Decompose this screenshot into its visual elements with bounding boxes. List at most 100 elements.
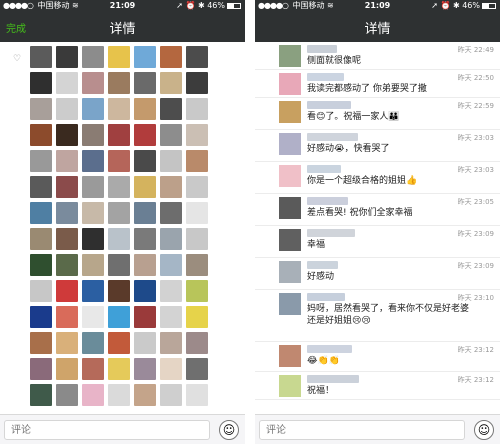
- liker-avatar[interactable]: [134, 150, 156, 172]
- comment-item[interactable]: 昨天 23:09 好感动: [255, 258, 500, 290]
- liker-avatar[interactable]: [186, 254, 208, 276]
- liker-avatar[interactable]: [56, 150, 78, 172]
- liker-avatar[interactable]: [56, 98, 78, 120]
- liker-avatar[interactable]: [186, 46, 208, 68]
- liker-avatar[interactable]: [134, 72, 156, 94]
- liker-avatar[interactable]: [30, 358, 52, 380]
- commenter-avatar[interactable]: [279, 101, 301, 123]
- comment-item[interactable]: 昨天 23:12 😂👏👏: [255, 342, 500, 372]
- commenter-avatar[interactable]: [279, 45, 301, 67]
- liker-avatar[interactable]: [82, 358, 104, 380]
- liker-avatar[interactable]: [82, 124, 104, 146]
- commenter-name-blurred[interactable]: [307, 261, 338, 269]
- liker-avatar[interactable]: [134, 384, 156, 406]
- liker-avatar[interactable]: [134, 176, 156, 198]
- comment-item[interactable]: 昨天 23:03 好感动😭，快看哭了: [255, 130, 500, 162]
- liker-avatar[interactable]: [56, 46, 78, 68]
- commenter-avatar[interactable]: [279, 375, 301, 397]
- liker-avatar[interactable]: [160, 150, 182, 172]
- comment-list[interactable]: 昨天 22:49 侧面就很像呢 昨天 22:50 我读完都感动了 你弟要哭了撒 昨天 2…: [255, 42, 500, 414]
- liker-avatar[interactable]: [56, 228, 78, 250]
- liker-avatar[interactable]: [108, 46, 130, 68]
- commenter-name-blurred[interactable]: [307, 101, 351, 109]
- liker-avatar[interactable]: [82, 46, 104, 68]
- liker-avatar[interactable]: [56, 72, 78, 94]
- liker-avatar[interactable]: [56, 332, 78, 354]
- liker-avatar[interactable]: [108, 228, 130, 250]
- comment-item[interactable]: 昨天 23:10 妈呀，居然看哭了，看来你不仅是好老婆 还是好姐姐😢😢: [255, 290, 500, 342]
- liker-avatar[interactable]: [186, 150, 208, 172]
- comment-input[interactable]: [4, 420, 210, 440]
- liker-avatar[interactable]: [30, 98, 52, 120]
- commenter-avatar[interactable]: [279, 293, 301, 315]
- liker-avatar[interactable]: [30, 332, 52, 354]
- liker-avatar[interactable]: [160, 358, 182, 380]
- liker-avatar[interactable]: [82, 98, 104, 120]
- liker-avatar[interactable]: [30, 228, 52, 250]
- liker-avatar[interactable]: [134, 46, 156, 68]
- liker-avatar[interactable]: [30, 176, 52, 198]
- commenter-name-blurred[interactable]: [307, 293, 345, 301]
- comment-item[interactable]: 昨天 23:12 祝福！: [255, 372, 500, 400]
- liker-avatar[interactable]: [30, 46, 52, 68]
- liker-avatar[interactable]: [30, 202, 52, 224]
- liker-avatar[interactable]: [82, 332, 104, 354]
- commenter-avatar[interactable]: [279, 345, 301, 367]
- liker-avatar[interactable]: [108, 124, 130, 146]
- liker-avatar[interactable]: [30, 254, 52, 276]
- liker-avatar[interactable]: [134, 332, 156, 354]
- comment-item[interactable]: 昨天 22:50 我读完都感动了 你弟要哭了撒: [255, 70, 500, 98]
- liker-avatar[interactable]: [160, 46, 182, 68]
- liker-avatar[interactable]: [186, 384, 208, 406]
- liker-avatar[interactable]: [82, 176, 104, 198]
- commenter-avatar[interactable]: [279, 261, 301, 283]
- liker-avatar[interactable]: [134, 98, 156, 120]
- liker-avatar[interactable]: [186, 280, 208, 302]
- liker-avatar[interactable]: [56, 280, 78, 302]
- liker-avatar[interactable]: [186, 228, 208, 250]
- liker-avatar[interactable]: [160, 306, 182, 328]
- liker-avatar[interactable]: [108, 202, 130, 224]
- commenter-name-blurred[interactable]: [307, 45, 337, 53]
- commenter-name-blurred[interactable]: [307, 165, 341, 173]
- liker-avatar[interactable]: [56, 124, 78, 146]
- liker-avatar[interactable]: [30, 280, 52, 302]
- comment-item[interactable]: 昨天 23:05 差点看哭! 祝你们全家幸福: [255, 194, 500, 226]
- liker-avatar[interactable]: [160, 176, 182, 198]
- liker-avatar[interactable]: [82, 384, 104, 406]
- emoji-button[interactable]: ☺: [219, 420, 239, 440]
- liker-avatar[interactable]: [108, 280, 130, 302]
- liker-avatar[interactable]: [82, 72, 104, 94]
- liker-avatar[interactable]: [30, 306, 52, 328]
- liker-avatar[interactable]: [82, 150, 104, 172]
- liker-avatar[interactable]: [186, 72, 208, 94]
- liker-avatar[interactable]: [160, 202, 182, 224]
- liker-avatar[interactable]: [160, 98, 182, 120]
- liker-avatar[interactable]: [108, 306, 130, 328]
- liker-avatar[interactable]: [160, 72, 182, 94]
- liker-avatar[interactable]: [82, 202, 104, 224]
- commenter-avatar[interactable]: [279, 197, 301, 219]
- commenter-name-blurred[interactable]: [307, 375, 359, 383]
- liker-avatar[interactable]: [56, 202, 78, 224]
- liker-avatar[interactable]: [186, 358, 208, 380]
- liker-avatar[interactable]: [108, 150, 130, 172]
- commenter-avatar[interactable]: [279, 165, 301, 187]
- liker-avatar[interactable]: [160, 332, 182, 354]
- liker-avatar[interactable]: [56, 176, 78, 198]
- liker-avatar[interactable]: [160, 384, 182, 406]
- liker-avatar[interactable]: [134, 280, 156, 302]
- commenter-avatar[interactable]: [279, 73, 301, 95]
- liker-avatar[interactable]: [134, 254, 156, 276]
- commenter-name-blurred[interactable]: [307, 345, 352, 353]
- comment-item[interactable]: 昨天 22:59 看😊了。祝福一家人👪: [255, 98, 500, 130]
- liker-avatar[interactable]: [134, 202, 156, 224]
- liker-avatar[interactable]: [160, 228, 182, 250]
- liker-avatar[interactable]: [160, 254, 182, 276]
- liker-avatar[interactable]: [108, 98, 130, 120]
- liker-avatar[interactable]: [30, 384, 52, 406]
- emoji-button[interactable]: ☺: [474, 420, 494, 440]
- liker-avatar[interactable]: [108, 384, 130, 406]
- commenter-name-blurred[interactable]: [307, 197, 348, 205]
- liker-avatar[interactable]: [30, 72, 52, 94]
